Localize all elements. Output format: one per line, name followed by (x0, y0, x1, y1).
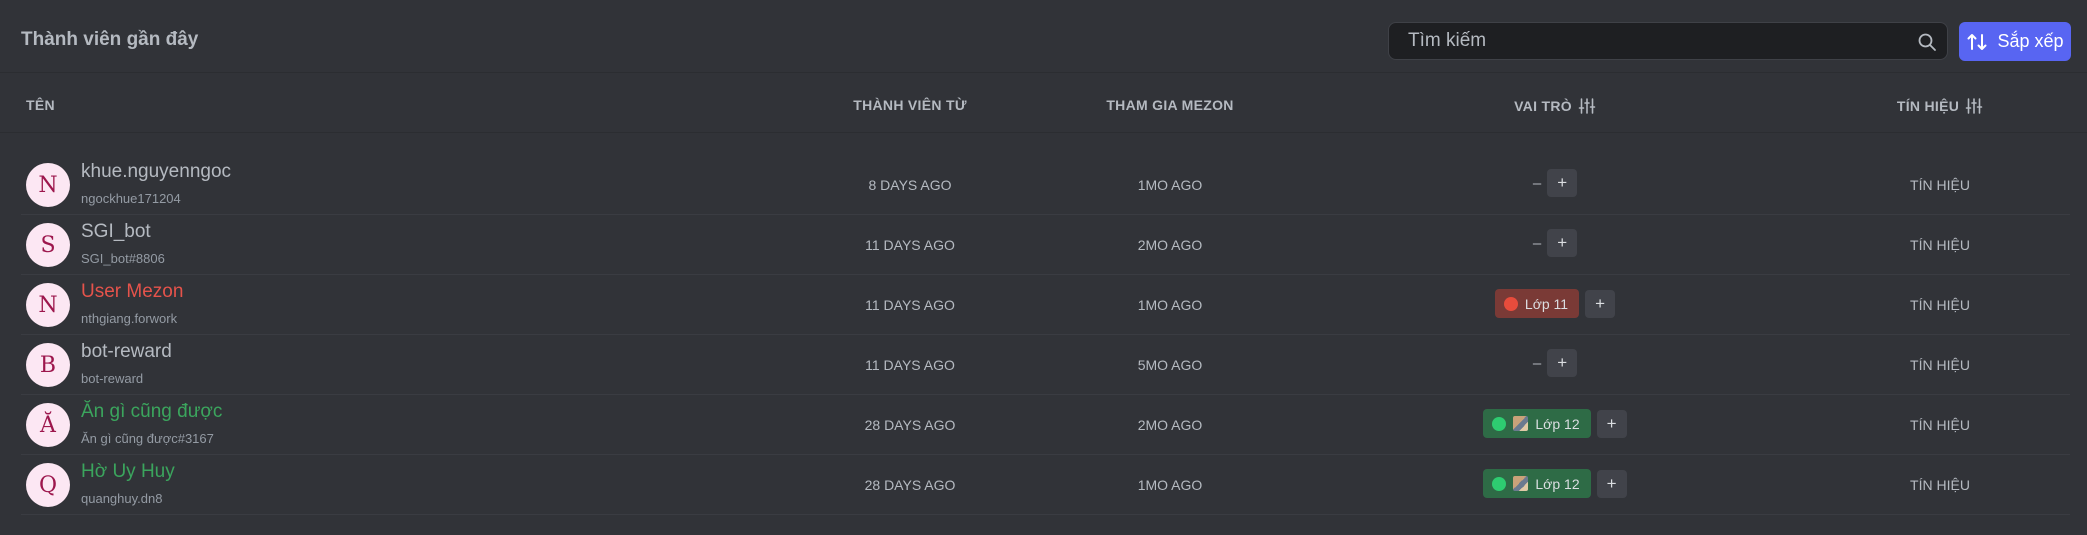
add-role-button[interactable]: + (1596, 469, 1627, 498)
search-icon[interactable] (1917, 32, 1937, 52)
column-header-roles[interactable]: VAI TRÒ (1435, 97, 1675, 115)
sort-icon (1967, 33, 1987, 50)
role-image-icon (1513, 416, 1529, 431)
top-bar: Thành viên gần đây Sắp xếp (0, 0, 2087, 73)
add-role-button[interactable]: + (1596, 409, 1627, 438)
joined-mezon: 2MO AGO (1137, 237, 1203, 253)
signal-cell[interactable]: TÍN HIỆU (1820, 477, 2060, 493)
signal-cell[interactable]: TÍN HIỆU (1820, 237, 2060, 253)
column-header-joined-mezon[interactable]: THAM GIA MEZON (1050, 97, 1290, 113)
table-row[interactable]: N khue.nguyenngoc ngockhue171204 8 DAYS … (21, 155, 2070, 215)
role-color-dot-icon (1503, 296, 1518, 311)
member-name[interactable]: bot-reward (81, 341, 172, 363)
member-since: 28 DAYS AGO (864, 417, 956, 433)
column-header-name[interactable]: TÊN (26, 97, 55, 113)
table-row[interactable]: S SGI_bot SGI_bot#8806 11 DAYS AGO 2MO A… (21, 215, 2070, 275)
role-label: Lớp 11 (1524, 295, 1569, 312)
role-cell: – + (1435, 169, 1675, 197)
member-name[interactable]: khue.nguyenngoc (81, 161, 231, 183)
filter-icon[interactable] (1965, 97, 1983, 115)
role-cell: Lớp 11 + (1435, 289, 1675, 318)
column-header-signal[interactable]: TÍN HIỆU (1820, 97, 2060, 115)
role-cell: – + (1435, 349, 1675, 377)
member-name[interactable]: User Mezon (81, 281, 183, 303)
no-role-dash: – (1532, 174, 1542, 192)
column-header-member-since[interactable]: THÀNH VIÊN TỪ (790, 97, 1030, 113)
role-color-dot-icon (1492, 416, 1507, 431)
member-handle: nthgiang.forwork (81, 311, 178, 326)
role-cell: – + (1435, 229, 1675, 257)
search-input[interactable] (1389, 23, 1908, 59)
role-label: Lớp 12 (1535, 415, 1580, 432)
member-name[interactable]: SGI_bot (81, 221, 151, 243)
avatar[interactable]: Ă (26, 403, 70, 447)
signal-cell[interactable]: TÍN HIỆU (1820, 357, 2060, 373)
sort-button[interactable]: Sắp xếp (1959, 22, 2071, 61)
member-since: 11 DAYS AGO (865, 237, 955, 253)
role-label: Lớp 12 (1535, 475, 1580, 492)
signal-cell[interactable]: TÍN HIỆU (1820, 177, 2060, 193)
filter-icon[interactable] (1578, 97, 1596, 115)
avatar[interactable]: S (26, 223, 70, 267)
table-row[interactable]: Q Hờ Uy Huy quanghuy.dn8 28 DAYS AGO 1MO… (21, 455, 2070, 515)
table-row[interactable]: Ă Ăn gì cũng được Ăn gì cũng được#3167 2… (21, 395, 2070, 455)
role-image-icon (1513, 476, 1529, 491)
member-handle: Ăn gì cũng được#3167 (81, 431, 214, 446)
member-since: 8 DAYS AGO (868, 177, 952, 193)
member-name[interactable]: Hờ Uy Huy (81, 461, 175, 483)
sort-label: Sắp xếp (1997, 31, 2064, 51)
signal-cell[interactable]: TÍN HIỆU (1820, 417, 2060, 433)
member-since: 11 DAYS AGO (865, 357, 955, 373)
roles-header-label: VAI TRÒ (1514, 98, 1572, 114)
avatar[interactable]: Q (26, 463, 70, 507)
add-role-button[interactable]: + (1547, 349, 1578, 377)
member-since: 11 DAYS AGO (865, 297, 955, 313)
member-list: N khue.nguyenngoc ngockhue171204 8 DAYS … (0, 155, 2087, 515)
role-cell: Lớp 12 + (1435, 469, 1675, 498)
member-handle: ngockhue171204 (81, 191, 181, 206)
member-handle: bot-reward (81, 371, 144, 386)
page-title: Thành viên gần đây (21, 29, 199, 50)
joined-mezon: 1MO AGO (1137, 477, 1203, 493)
joined-mezon: 1MO AGO (1137, 177, 1203, 193)
add-role-button[interactable]: + (1585, 289, 1616, 318)
member-handle: SGI_bot#8806 (81, 251, 165, 266)
joined-mezon: 2MO AGO (1137, 417, 1203, 433)
signal-header-label: TÍN HIỆU (1896, 98, 1960, 114)
signal-cell[interactable]: TÍN HIỆU (1820, 297, 2060, 313)
joined-mezon: 5MO AGO (1137, 357, 1203, 373)
role-color-dot-icon (1492, 476, 1507, 491)
avatar[interactable]: N (26, 163, 70, 207)
no-role-dash: – (1532, 354, 1542, 372)
search-box[interactable] (1388, 22, 1948, 60)
role-cell: Lớp 12 + (1435, 409, 1675, 438)
role-chip[interactable]: Lớp 12 (1483, 469, 1591, 498)
table-row[interactable]: N User Mezon nthgiang.forwork 11 DAYS AG… (21, 275, 2070, 335)
add-role-button[interactable]: + (1547, 229, 1578, 257)
avatar[interactable]: B (26, 343, 70, 387)
table-row[interactable]: B bot-reward bot-reward 11 DAYS AGO 5MO … (21, 335, 2070, 395)
member-since: 28 DAYS AGO (864, 477, 956, 493)
role-chip[interactable]: Lớp 11 (1494, 289, 1580, 318)
table-header: TÊN THÀNH VIÊN TỪ THAM GIA MEZON VAI TRÒ… (0, 73, 2087, 133)
no-role-dash: – (1532, 234, 1542, 252)
member-name[interactable]: Ăn gì cũng được (81, 401, 222, 423)
joined-mezon: 1MO AGO (1137, 297, 1203, 313)
add-role-button[interactable]: + (1547, 169, 1578, 197)
avatar[interactable]: N (26, 283, 70, 327)
role-chip[interactable]: Lớp 12 (1483, 409, 1591, 438)
member-handle: quanghuy.dn8 (81, 491, 163, 506)
